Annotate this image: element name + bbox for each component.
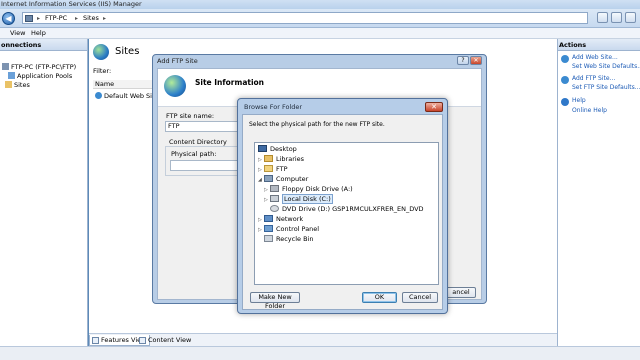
physical-path-label: Physical path: <box>171 150 217 158</box>
actions-header: Actions <box>558 39 640 51</box>
back-button[interactable]: ◀ <box>2 12 15 25</box>
view-tabs: Features View Content View <box>89 333 557 346</box>
connections-header: onnections <box>0 39 87 51</box>
breadcrumb-ftp-pc[interactable]: FTP-PC <box>45 13 67 24</box>
action-help[interactable]: Help <box>572 97 586 105</box>
breadcrumb-sites[interactable]: Sites <box>83 13 99 24</box>
libraries-folder-icon <box>264 155 273 162</box>
site-name-input[interactable]: FTP <box>165 121 240 132</box>
dvd-icon <box>270 205 279 212</box>
dialog-title: Add FTP Site <box>157 57 198 65</box>
node-label: Computer <box>276 175 309 183</box>
close-button[interactable]: ✕ <box>425 102 443 112</box>
features-view-icon <box>92 337 99 344</box>
globe-icon <box>95 92 102 99</box>
node-label: Libraries <box>276 155 305 163</box>
address-field[interactable]: ▸ FTP-PC ▸ Sites ▸ <box>22 12 588 24</box>
toolbar-icons <box>594 12 636 25</box>
globe-icon <box>164 75 186 97</box>
folder-icon <box>264 165 273 172</box>
dialog-title: Browse For Folder <box>244 103 303 111</box>
server-icon <box>2 63 9 70</box>
address-bar: ◀ ▸ FTP-PC ▸ Sites ▸ <box>0 9 640 28</box>
network-icon <box>264 215 273 222</box>
tree-label: Application Pools <box>17 72 73 80</box>
window-titlebar[interactable]: Internet Information Services (IIS) Mana… <box>0 0 640 9</box>
node-label: Desktop <box>270 145 297 153</box>
floppy-icon <box>270 185 279 192</box>
node-label: Local Disk (C:) <box>282 194 333 204</box>
chevron-right-icon: ▸ <box>75 15 79 22</box>
tree-node-desktop[interactable]: Desktop <box>258 144 297 154</box>
action-add-ftp-site[interactable]: Add FTP Site... <box>572 75 615 83</box>
physical-path-input[interactable] <box>170 160 240 171</box>
close-icon: ✕ <box>431 103 437 111</box>
help-icon <box>561 98 569 106</box>
computer-icon <box>264 175 273 182</box>
tree-item-sites[interactable]: Sites <box>5 81 30 90</box>
site-name-label: FTP site name: <box>166 112 215 120</box>
status-bar <box>0 346 640 360</box>
add-ftp-site-icon <box>561 76 569 84</box>
help-icon[interactable] <box>625 12 636 23</box>
node-label: Recycle Bin <box>276 235 314 243</box>
chevron-right-icon: ▸ <box>37 15 41 22</box>
folder-tree[interactable]: Desktop ▷ Libraries ▷ FTP ◢ Computer ▷ Flopp… <box>254 142 439 285</box>
menu-view[interactable]: View <box>10 28 25 39</box>
dialog-body: Select the physical path for the new FTP… <box>242 114 443 310</box>
cancel-button[interactable]: Cancel <box>402 292 438 303</box>
node-label: Network <box>276 215 304 223</box>
node-label: Floppy Disk Drive (A:) <box>282 185 353 193</box>
actions-pane: Actions Add Web Site... Set Web Site Def… <box>557 39 640 346</box>
tree-item-application-pools[interactable]: Application Pools <box>8 72 72 81</box>
chevron-right-icon: ▸ <box>103 15 107 22</box>
tree-node-dvd[interactable]: DVD Drive (D:) GSP1RMCULXFRER_EN_DVD <box>264 204 424 214</box>
action-set-ftp-site-defaults[interactable]: Set FTP Site Defaults... <box>572 84 640 92</box>
menu-bar: View Help <box>0 28 640 39</box>
tab-label: Content View <box>148 336 192 344</box>
filter-label: Filter: <box>93 67 112 75</box>
action-set-web-site-defaults[interactable]: Set Web Site Defaults... <box>572 63 640 71</box>
action-add-web-site[interactable]: Add Web Site... <box>572 54 618 62</box>
list-item[interactable]: Default Web Site <box>95 92 159 100</box>
cancel-button[interactable]: ancel <box>446 287 476 298</box>
action-online-help[interactable]: Online Help <box>572 107 607 115</box>
menu-help[interactable]: Help <box>31 28 46 39</box>
app-pool-icon <box>8 72 15 79</box>
close-button[interactable]: ✕ <box>470 56 482 65</box>
tree-item-server[interactable]: FTP-PC (FTP-PC\FTP) <box>2 63 76 72</box>
site-name: Default Web Site <box>104 92 159 100</box>
connections-pane: onnections FTP-PC (FTP-PC\FTP) Applicati… <box>0 39 88 346</box>
dialog-title-buttons: ? ✕ <box>456 56 482 65</box>
back-arrow-icon: ◀ <box>5 14 12 23</box>
stop-icon[interactable] <box>611 12 622 23</box>
ok-button[interactable]: OK <box>362 292 397 303</box>
make-new-folder-button[interactable]: Make New Folder <box>250 292 300 310</box>
page-title: Sites <box>115 46 140 57</box>
computer-icon <box>25 15 33 22</box>
window-title: Internet Information Services (IIS) Mana… <box>1 0 142 8</box>
tree-node-recycle-bin[interactable]: Recycle Bin <box>258 234 313 244</box>
content-view-icon <box>139 337 146 344</box>
help-button[interactable]: ? <box>457 56 469 65</box>
column-header-name[interactable]: Name <box>93 80 153 89</box>
tab-content-view[interactable]: Content View <box>137 335 194 346</box>
control-panel-icon <box>264 225 273 232</box>
dialog-heading: Site Information <box>195 78 265 87</box>
desktop-icon <box>258 145 267 152</box>
browse-for-folder-dialog: Browse For Folder ✕ Select the physical … <box>237 98 448 314</box>
recycle-bin-icon <box>264 235 273 242</box>
add-web-site-icon <box>561 55 569 63</box>
sites-folder-icon <box>5 81 12 88</box>
node-label: DVD Drive (D:) GSP1RMCULXFRER_EN_DVD <box>282 205 424 213</box>
refresh-icon[interactable] <box>597 12 608 23</box>
node-label: Control Panel <box>276 225 320 233</box>
node-label: FTP <box>276 165 288 173</box>
disk-icon <box>270 195 279 202</box>
sites-icon <box>93 44 109 60</box>
instruction-text: Select the physical path for the new FTP… <box>249 121 385 128</box>
tree-label: FTP-PC (FTP-PC\FTP) <box>11 63 77 71</box>
content-directory-label: Content Directory <box>169 138 227 146</box>
tree-label: Sites <box>14 81 30 89</box>
